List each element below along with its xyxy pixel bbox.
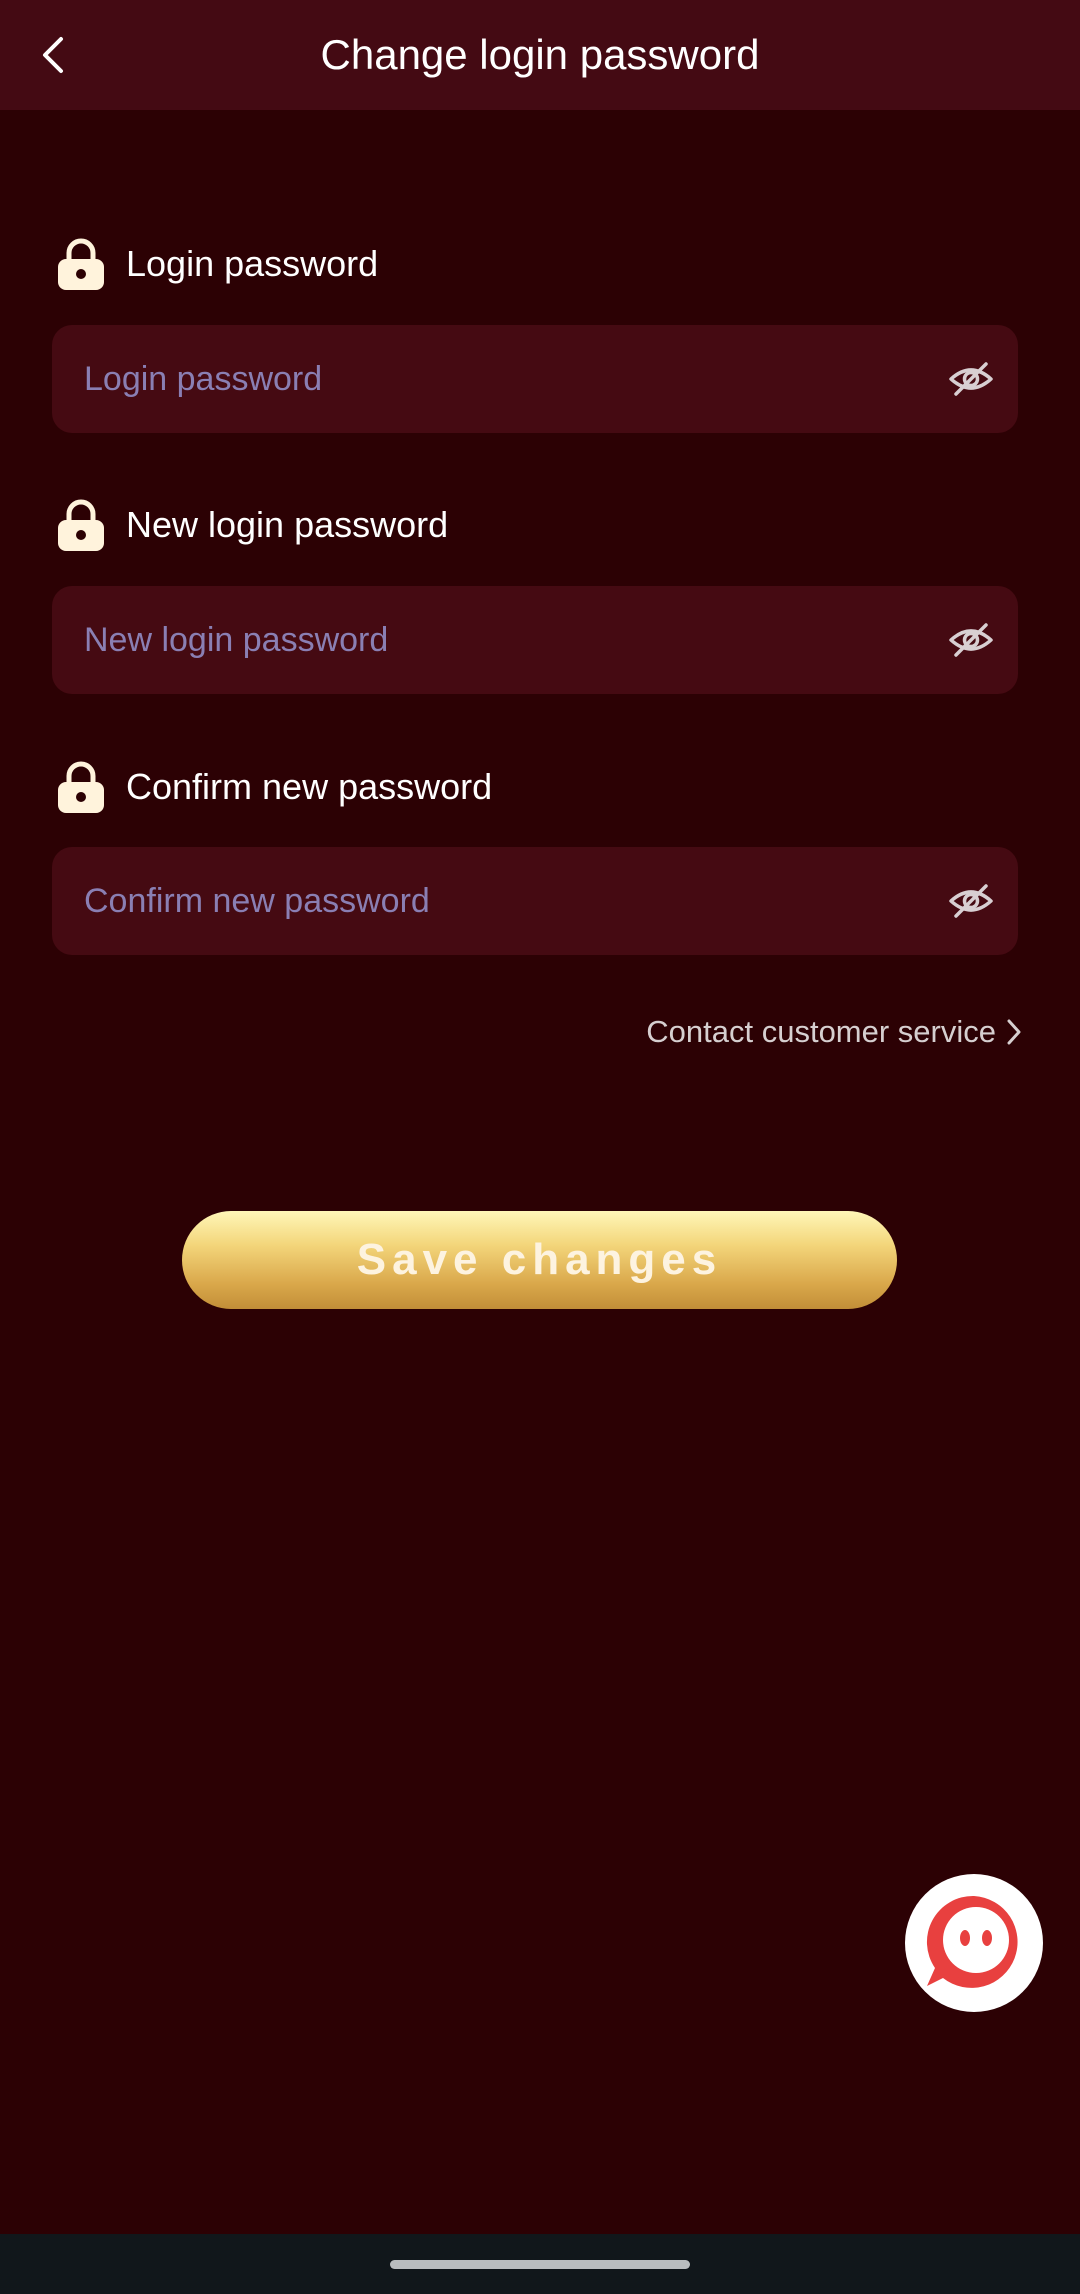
login-password-box (52, 325, 1018, 433)
lock-icon (58, 761, 104, 813)
save-changes-label: Save changes (356, 1235, 723, 1284)
contact-customer-service-label: Contact customer service (646, 1014, 996, 1049)
lock-icon (58, 499, 104, 551)
field-label-row-login-password: Login password (56, 236, 378, 292)
eye-off-icon[interactable] (948, 359, 994, 399)
customer-service-chat-button[interactable] (905, 1874, 1043, 2012)
eye-off-icon[interactable] (948, 620, 994, 660)
eye-off-icon[interactable] (948, 881, 994, 921)
new-login-password-input[interactable] (84, 586, 944, 694)
save-changes-button[interactable]: Save changes (182, 1211, 897, 1309)
login-password-label: Login password (126, 243, 379, 284)
chevron-right-icon (1007, 1019, 1021, 1045)
new-login-password-box (52, 586, 1018, 694)
field-label-row-new-login-password: New login password (56, 497, 448, 553)
page-title: Change login password (320, 31, 760, 78)
contact-customer-service-link[interactable]: Contact customer service (646, 1010, 1022, 1054)
confirm-new-password-box (52, 847, 1018, 955)
login-password-input[interactable] (84, 325, 944, 433)
new-login-password-label: New login password (126, 504, 449, 545)
system-navigation-bar (0, 2234, 1080, 2294)
field-label-row-confirm-new-password: Confirm new password (56, 759, 492, 815)
lock-icon (58, 238, 104, 290)
home-indicator[interactable] (390, 2260, 690, 2269)
confirm-new-password-label: Confirm new password (126, 766, 493, 807)
confirm-new-password-input[interactable] (84, 847, 944, 955)
app-header: Change login password (0, 0, 1080, 110)
chat-icon (926, 1895, 1018, 1988)
